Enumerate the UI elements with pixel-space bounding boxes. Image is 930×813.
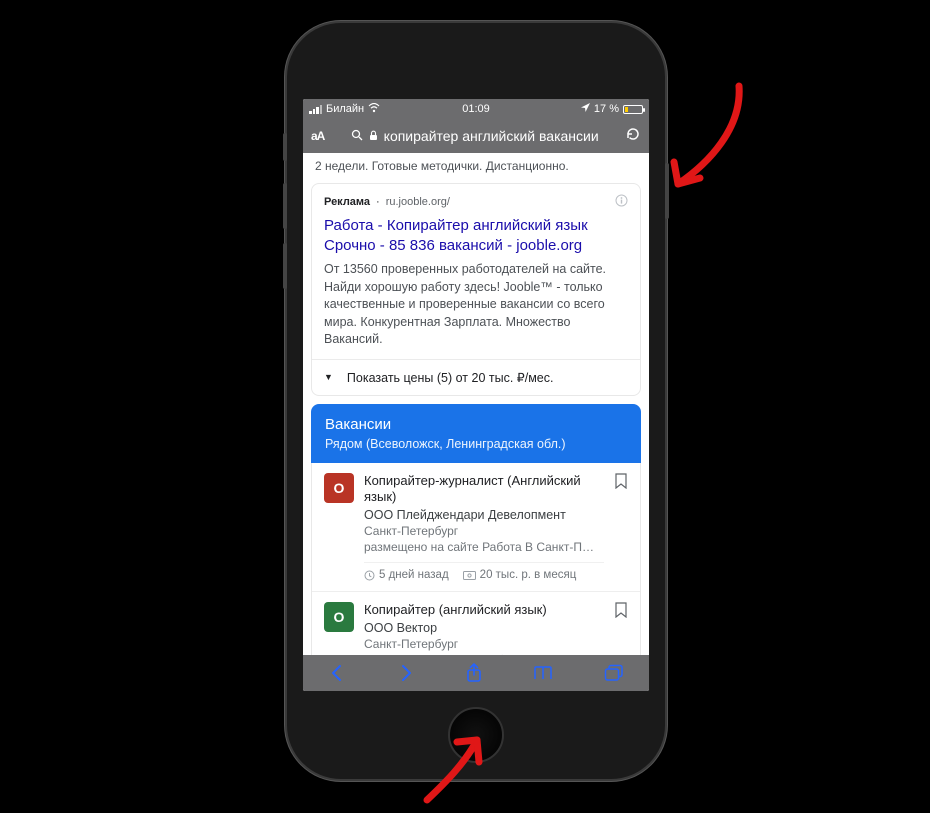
- jobs-block-subtitle: Рядом (Всеволожск, Ленинградская обл.): [325, 437, 627, 451]
- info-icon[interactable]: [615, 194, 628, 210]
- ad-badge: Реклама: [324, 196, 370, 208]
- battery-percent: 17 %: [594, 103, 619, 115]
- share-button[interactable]: [465, 663, 483, 683]
- job-company: ООО Вектор: [364, 621, 604, 635]
- job-item[interactable]: О Копирайтер (английский язык) ООО Векто…: [312, 591, 640, 655]
- lock-icon: [369, 128, 378, 144]
- location-icon: [581, 103, 590, 115]
- safari-toolbar: [303, 655, 649, 691]
- bookmark-button[interactable]: [614, 602, 628, 655]
- job-item[interactable]: О Копирайтер-журналист (Английский язык)…: [312, 463, 640, 592]
- volume-up-button[interactable]: [283, 183, 287, 229]
- battery-icon: [623, 105, 643, 114]
- job-location: Санкт-Петербург: [364, 637, 604, 651]
- ad-expand-label: Показать цены (5) от 20 тыс. ₽/мес.: [347, 370, 554, 385]
- job-salary-text: 20 тыс. р. в месяц: [480, 569, 577, 581]
- wifi-icon: [368, 103, 380, 116]
- job-company: ООО Плейджендари Девелопмент: [364, 508, 604, 522]
- phone-frame: Билайн 01:09 17 % аА: [287, 23, 665, 779]
- back-button[interactable]: [328, 664, 346, 682]
- job-salary: 20 тыс. р. в месяц: [463, 569, 577, 581]
- jobs-block-header[interactable]: Вакансии Рядом (Всеволожск, Ленинградска…: [311, 404, 641, 463]
- url-text: копирайтер английский вакансии: [384, 128, 599, 144]
- previous-result-snippet: 2 недели. Готовые методички. Дистанционн…: [303, 153, 649, 183]
- annotation-arrow-bottom: [415, 728, 505, 813]
- ad-title-link[interactable]: Работа - Копирайтер английский язык Сроч…: [324, 216, 628, 255]
- tabs-button[interactable]: [604, 664, 624, 682]
- annotation-arrow-top: [664, 78, 754, 203]
- jobs-block-title: Вакансии: [325, 416, 627, 433]
- safari-address-bar[interactable]: аА копирайтер английский вакансии: [303, 119, 649, 153]
- money-icon: [463, 571, 476, 580]
- search-results[interactable]: 2 недели. Готовые методички. Дистанционн…: [303, 153, 649, 655]
- job-title: Копирайтер (английский язык): [364, 602, 604, 619]
- status-bar: Билайн 01:09 17 %: [303, 99, 649, 119]
- ad-description: От 13560 проверенных работодателей на са…: [324, 261, 628, 349]
- job-title: Копирайтер-журналист (Английский язык): [364, 473, 604, 507]
- chevron-down-icon: ▼: [324, 372, 333, 382]
- job-age-text: 5 дней назад: [379, 569, 449, 581]
- search-icon: [351, 128, 363, 144]
- signal-icon: [309, 105, 322, 114]
- ad-display-url: ru.jooble.org/: [386, 196, 450, 208]
- reload-button[interactable]: [625, 126, 641, 147]
- separator-dot: ·: [376, 196, 380, 208]
- volume-down-button[interactable]: [283, 243, 287, 289]
- bookmarks-button[interactable]: [533, 665, 553, 681]
- forward-button[interactable]: [397, 664, 415, 682]
- jobs-list: О Копирайтер-журналист (Английский язык)…: [311, 463, 641, 656]
- clock-icon: [364, 570, 375, 581]
- job-source: размещено на сайте Работа В Санкт-П…: [364, 540, 604, 554]
- phone-screen: Билайн 01:09 17 % аА: [303, 99, 649, 691]
- job-age: 5 дней назад: [364, 569, 449, 581]
- mute-switch[interactable]: [283, 133, 287, 161]
- carrier-label: Билайн: [326, 103, 364, 115]
- ad-expand-prices[interactable]: ▼ Показать цены (5) от 20 тыс. ₽/мес.: [312, 359, 640, 395]
- employer-logo: О: [324, 473, 354, 503]
- text-size-button[interactable]: аА: [311, 129, 324, 143]
- bookmark-button[interactable]: [614, 473, 628, 582]
- ad-result-card[interactable]: Реклама · ru.jooble.org/ Работа - Копира…: [311, 183, 641, 396]
- clock: 01:09: [462, 103, 490, 115]
- employer-logo: О: [324, 602, 354, 632]
- job-location: Санкт-Петербург: [364, 524, 604, 538]
